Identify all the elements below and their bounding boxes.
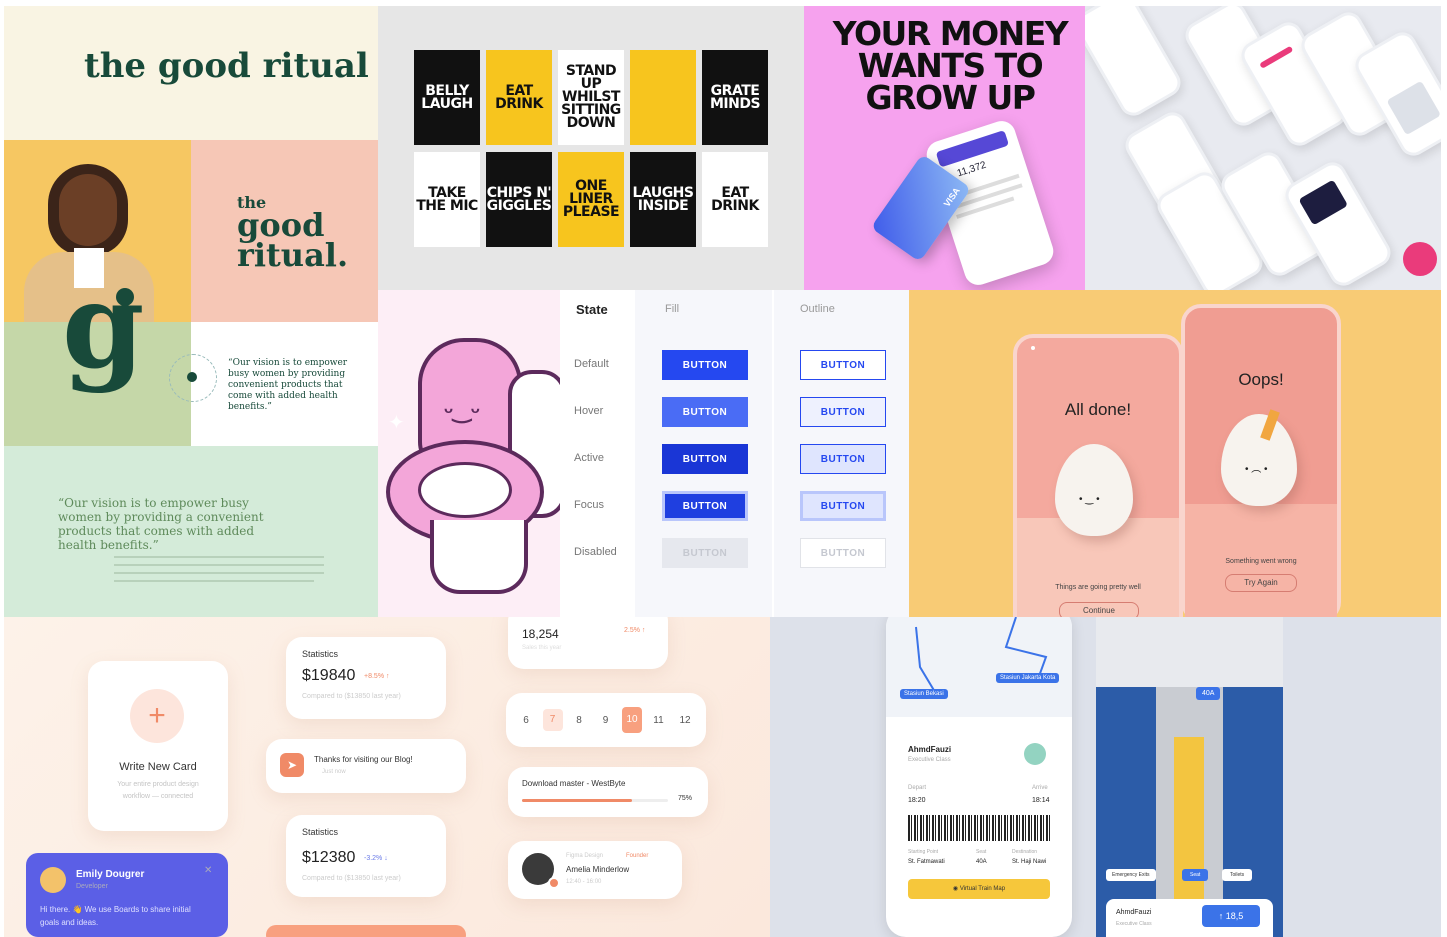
poster-3: STAND UP WHILST SITTING DOWN xyxy=(558,50,624,145)
poster-6: TAKE THE MIC xyxy=(414,152,480,247)
fill-button-disabled[interactable]: BUTTON xyxy=(662,538,748,568)
poster-1: BELLY LAUGH xyxy=(414,50,480,145)
ritual-mint-panel: “Our vision is to empower busy women by … xyxy=(4,446,378,617)
fill-button-active[interactable]: BUTTON xyxy=(662,444,748,474)
train-app-tile: Stasiun Bekasi Stasiun Jakarta Kota Ahmd… xyxy=(770,617,1441,937)
poster-2: EAT DRINK xyxy=(486,50,552,145)
close-icon[interactable]: ✕ xyxy=(204,865,212,876)
avatar xyxy=(40,867,66,893)
poster-10: EAT DRINK xyxy=(702,152,768,247)
oops-caption: Something went wrong xyxy=(1225,558,1297,565)
header-state: State xyxy=(576,302,608,317)
sparkle-icon: ✦ xyxy=(388,412,405,434)
calendar-day[interactable]: 10 xyxy=(622,707,642,733)
outline-button-focus[interactable]: BUTTON xyxy=(800,491,886,521)
outline-button-active[interactable]: BUTTON xyxy=(800,444,886,474)
monogram-dot xyxy=(116,288,134,306)
poster-9: LAUGHS INSIDE xyxy=(630,152,696,247)
app-mockups-tile xyxy=(1085,6,1441,290)
statistics-card-1: Statistics $19840 +8.5% ↑ Compared to ($… xyxy=(286,637,446,719)
poster-8: ONE LINER PLEASE xyxy=(558,152,624,247)
outline-button-disabled[interactable]: BUTTON xyxy=(800,538,886,568)
value-pill[interactable]: ↑ 18,5 xyxy=(1202,905,1260,927)
fill-button-default[interactable]: BUTTON xyxy=(662,350,748,380)
state-label-active: Active xyxy=(574,452,604,464)
ritual-pink-panel: the good ritual. xyxy=(191,140,378,322)
chip-seat[interactable]: Seat xyxy=(1182,869,1209,881)
state-label-disabled: Disabled xyxy=(574,546,617,558)
poster-5: GRATE MINDS xyxy=(702,50,768,145)
done-caption: Things are going pretty well xyxy=(1055,584,1141,591)
eye-icon: ◉ xyxy=(952,886,960,892)
send-icon: ➤ xyxy=(280,753,304,777)
chip-toilets[interactable]: Toilets xyxy=(1222,869,1253,881)
calendar-day[interactable]: 6 xyxy=(516,715,536,726)
calendar-strip[interactable]: 6 7 8 9 10 11 12 xyxy=(506,693,706,747)
statistics-card-2: Statistics $12380 -3.2% ↓ Compared to ($… xyxy=(286,815,446,897)
egg-character: • ‿ • xyxy=(1055,444,1133,536)
ritual-white-panel: “Our vision is to empower busy women by … xyxy=(169,322,378,446)
brand-badge-icon xyxy=(1403,242,1437,276)
chat-card[interactable]: Emily Dougrer Developer ✕ Hi there. 👋 We… xyxy=(26,853,228,937)
calendar-day[interactable]: 11 xyxy=(649,715,669,726)
download-progress-track xyxy=(522,799,668,802)
dashboard-cards-tile: + Write New Card Your entire product des… xyxy=(4,617,770,937)
calendar-day[interactable]: 7 xyxy=(542,709,563,731)
route-line xyxy=(915,617,1048,698)
outline-button-hover[interactable]: BUTTON xyxy=(800,397,886,427)
money-tile: YOUR MONEY WANTS TO GROW UP 11,372 VISA xyxy=(804,6,1085,290)
calendar-day[interactable]: 12 xyxy=(675,715,695,726)
blog-notification-card[interactable]: ➤ Thanks for visiting our Blog! Just now xyxy=(266,739,466,793)
virtual-map-button[interactable]: ◉ Virtual Train Map xyxy=(908,879,1050,899)
phone-oops: Oops! • ︵ • Something went wrong Try Aga… xyxy=(1181,304,1341,617)
ritual-logo-top: the good ritual xyxy=(84,46,369,86)
outline-button-default[interactable]: BUTTON xyxy=(800,350,886,380)
barcode xyxy=(908,815,1050,841)
done-title: All done! xyxy=(1064,400,1132,419)
phone-all-done: All done! • ‿ • Things are going pretty … xyxy=(1013,334,1183,617)
poster-7: CHIPS N' GIGGLES xyxy=(486,152,552,247)
seat-tag: 40A xyxy=(1196,687,1221,700)
ritual-quote-small: “Our vision is to empower busy women by … xyxy=(228,358,348,412)
add-icon[interactable]: + xyxy=(130,689,184,743)
route-map: Stasiun Bekasi Stasiun Jakarta Kota xyxy=(886,617,1072,717)
chip-emergency[interactable]: Emergency Exits xyxy=(1106,869,1156,881)
download-progress-fill xyxy=(522,799,632,802)
header-outline: Outline xyxy=(800,303,835,315)
cracked-egg-character: • ︵ • xyxy=(1221,409,1297,506)
fill-button-focus[interactable]: BUTTON xyxy=(662,491,748,521)
try-again-button[interactable]: Try Again xyxy=(1225,574,1297,592)
state-label-hover: Hover xyxy=(574,405,604,417)
stop-label-1: Stasiun Bekasi xyxy=(900,689,948,699)
person-card[interactable]: Figma Design Founder Amelia Minderlow 12… xyxy=(508,841,682,899)
fill-button-hover[interactable]: BUTTON xyxy=(662,397,748,427)
egg-screens-tile: All done! • ‿ • Things are going pretty … xyxy=(909,290,1441,617)
download-card: Download master - WestByte 75% xyxy=(508,767,708,817)
ritual-quote-large: “Our vision is to empower busy women by … xyxy=(58,496,264,552)
good-ritual-tile: the good ritual the good ritual. g “Our … xyxy=(4,6,378,617)
train-interior-photo: 40A Emergency Exits Seat Toilets AhmdFau… xyxy=(1096,617,1283,937)
posters-tile: BELLY LAUGH EAT DRINK STAND UP WHILST SITT… xyxy=(378,6,804,290)
header-fill: Fill xyxy=(665,303,680,315)
state-label-default: Default xyxy=(574,358,609,370)
state-label-focus: Focus xyxy=(574,499,604,511)
continue-button[interactable]: Continue xyxy=(1059,602,1139,617)
oops-title: Oops! xyxy=(1238,370,1284,389)
stop-label-2: Stasiun Jakarta Kota xyxy=(996,673,1060,683)
avatar xyxy=(1024,743,1046,765)
write-new-card[interactable]: + Write New Card Your entire product des… xyxy=(88,661,228,831)
money-headline: YOUR MONEY WANTS TO GROW UP xyxy=(832,14,1069,117)
ritual-monogram: g xyxy=(62,256,145,395)
sales-card: 18,254 2.5% ↑ Sales this year xyxy=(508,617,668,669)
poster-4 xyxy=(630,50,696,145)
calendar-day[interactable]: 8 xyxy=(569,715,589,726)
button-states-tile: State Fill Outline Default BUTTON BUTTON Ho… xyxy=(560,290,909,617)
toilet-illustration-tile: ᵕ‿ᵕ ✦ xyxy=(378,290,560,617)
train-ticket-phone: Stasiun Bekasi Stasiun Jakarta Kota Ahmd… xyxy=(886,617,1072,937)
calendar-day[interactable]: 9 xyxy=(596,715,616,726)
